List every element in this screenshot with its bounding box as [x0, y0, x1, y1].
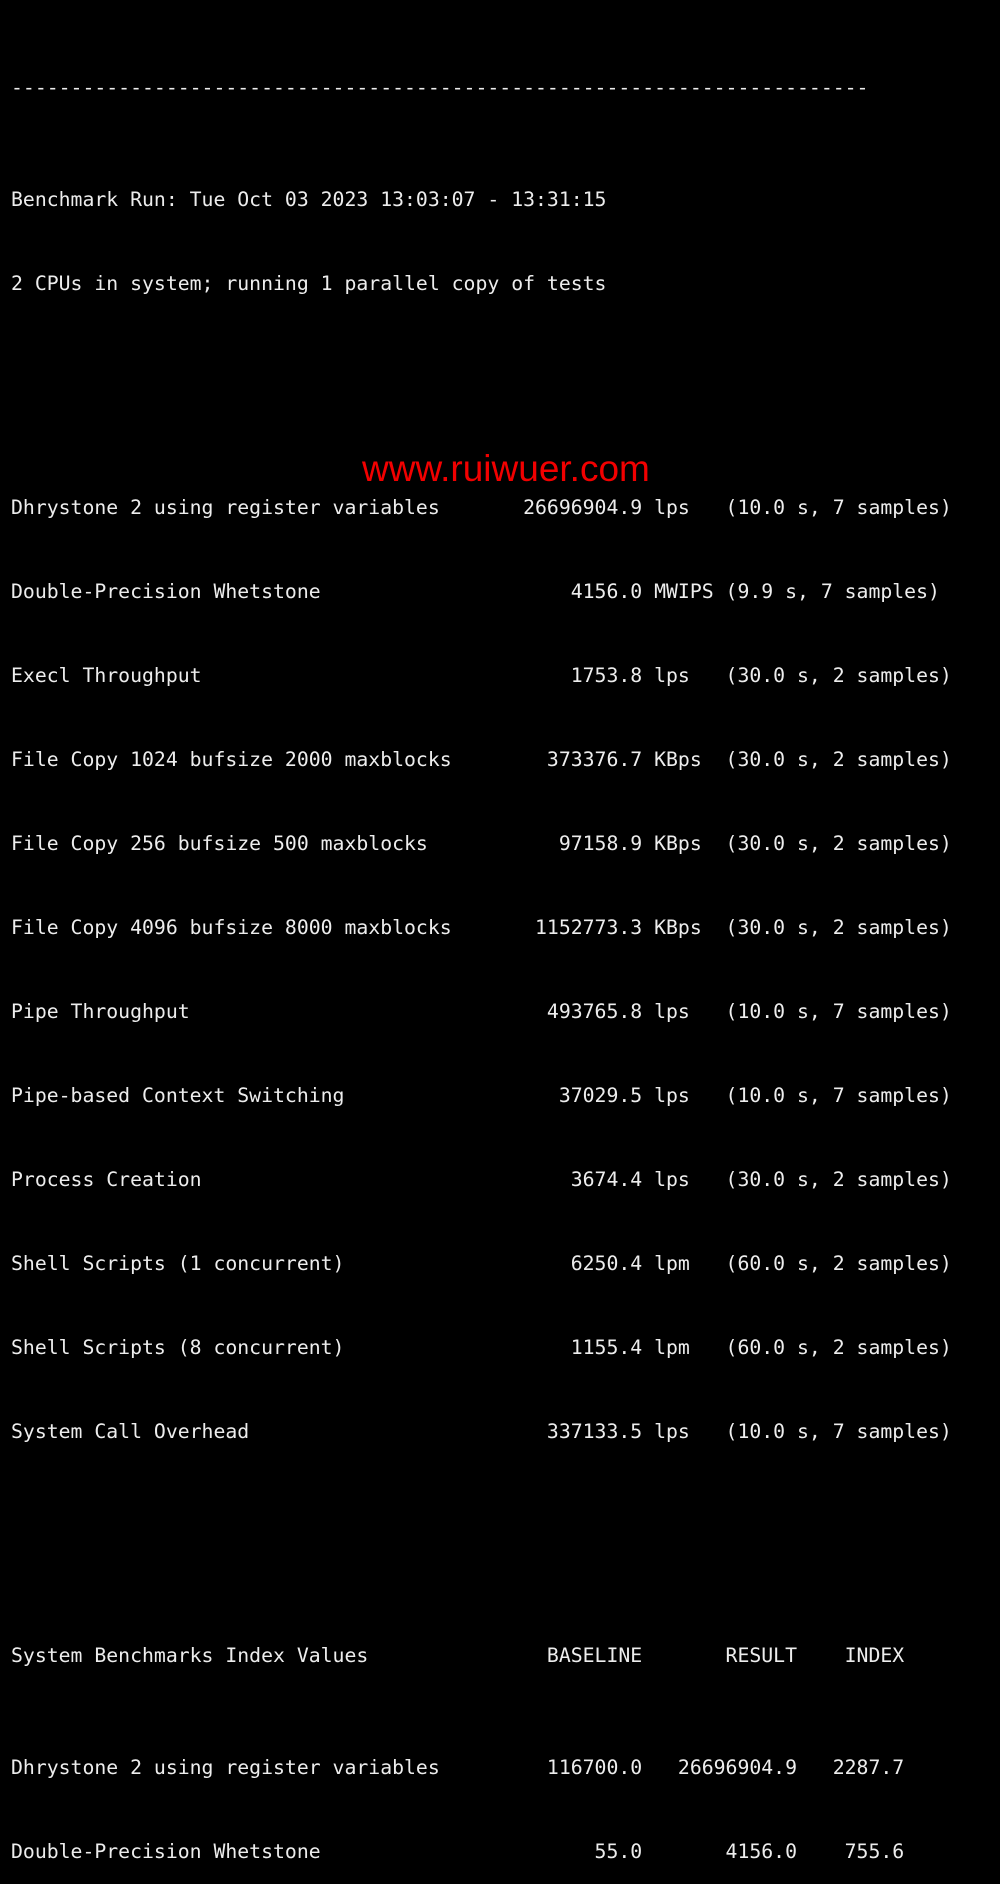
test-sample-info: (10.0 s, 7 samples): [725, 1000, 952, 1023]
column-header-index: INDEX: [844, 1644, 905, 1667]
test-unit: MWIPS: [654, 580, 714, 603]
result-row: Shell Scripts (1 concurrent) 6250.4 lpm …: [11, 1250, 996, 1278]
index-table-header: System Benchmarks Index Values BASELINE …: [11, 1642, 996, 1670]
cpu-info-line: 2 CPUs in system; running 1 parallel cop…: [11, 270, 996, 298]
test-value: 373376.7: [546, 748, 643, 771]
test-value: 4156.0: [570, 580, 643, 603]
test-sample-info: (30.0 s, 2 samples): [725, 664, 952, 687]
test-value: 493765.8: [546, 1000, 643, 1023]
terminal-output: ----------------------------------------…: [11, 0, 996, 1884]
result-row: File Copy 256 bufsize 500 maxblocks 9715…: [11, 830, 996, 858]
result-row: Pipe Throughput 493765.8 lps (10.0 s, 7 …: [11, 998, 996, 1026]
test-sample-info: (30.0 s, 2 samples): [725, 832, 952, 855]
test-unit: lpm: [654, 1252, 690, 1275]
result-row: Process Creation 3674.4 lps (30.0 s, 2 s…: [11, 1166, 996, 1194]
result-row: Double-Precision Whetstone 4156.0 MWIPS …: [11, 578, 996, 606]
test-unit: KBps: [654, 832, 702, 855]
test-unit: lps: [654, 1000, 690, 1023]
test-sample-info: (9.9 s, 7 samples): [725, 580, 940, 603]
test-unit: lps: [654, 1168, 690, 1191]
test-value: 1155.4: [570, 1336, 643, 1359]
test-value: 1152773.3: [535, 916, 643, 939]
test-value: 1753.8: [570, 664, 643, 687]
test-sample-info: (10.0 s, 7 samples): [725, 1420, 952, 1443]
index-value: 755.6: [844, 1840, 905, 1863]
result-row: Pipe-based Context Switching 37029.5 lps…: [11, 1082, 996, 1110]
cpu-info-text: 2 CPUs in system; running 1 parallel cop…: [11, 272, 607, 295]
result-row: System Call Overhead 337133.5 lps (10.0 …: [11, 1418, 996, 1446]
test-sample-info: (60.0 s, 2 samples): [725, 1252, 952, 1275]
separator-top: ----------------------------------------…: [11, 74, 996, 102]
separator-dashes: ----------------------------------------…: [11, 76, 869, 99]
test-unit: lps: [654, 1420, 690, 1443]
test-sample-info: (30.0 s, 2 samples): [725, 916, 952, 939]
test-value: 26696904.9: [523, 496, 643, 519]
test-unit: lpm: [654, 1336, 690, 1359]
result-row: Execl Throughput 1753.8 lps (30.0 s, 2 s…: [11, 662, 996, 690]
test-unit: lps: [654, 1084, 690, 1107]
test-value: 6250.4: [570, 1252, 643, 1275]
test-sample-info: (60.0 s, 2 samples): [725, 1336, 952, 1359]
test-value: 3674.4: [570, 1168, 643, 1191]
test-unit: KBps: [654, 748, 702, 771]
test-value: 37029.5: [558, 1084, 643, 1107]
result-row: Dhrystone 2 using register variables 266…: [11, 494, 996, 522]
benchmark-run-text: Benchmark Run: Tue Oct 03 2023 13:03:07 …: [11, 188, 607, 211]
index-value: 2287.7: [832, 1756, 905, 1779]
result-row: Shell Scripts (8 concurrent) 1155.4 lpm …: [11, 1334, 996, 1362]
test-sample-info: (30.0 s, 2 samples): [725, 1168, 952, 1191]
watermark: www.ruiwuer.com: [362, 448, 650, 489]
test-sample-info: (10.0 s, 7 samples): [725, 496, 952, 519]
index-row: Double-Precision Whetstone 55.0 4156.0 7…: [11, 1838, 996, 1866]
result-row: File Copy 4096 bufsize 8000 maxblocks 11…: [11, 914, 996, 942]
test-sample-info: (10.0 s, 7 samples): [725, 1084, 952, 1107]
test-unit: lps: [654, 496, 690, 519]
index-row: Dhrystone 2 using register variables 116…: [11, 1754, 996, 1782]
test-value: 97158.9: [558, 832, 643, 855]
test-sample-info: (30.0 s, 2 samples): [725, 748, 952, 771]
result-row: File Copy 1024 bufsize 2000 maxblocks 37…: [11, 746, 996, 774]
test-unit: lps: [654, 664, 690, 687]
test-unit: KBps: [654, 916, 702, 939]
test-value: 337133.5: [546, 1420, 643, 1443]
benchmark-run-line: Benchmark Run: Tue Oct 03 2023 13:03:07 …: [11, 186, 996, 214]
